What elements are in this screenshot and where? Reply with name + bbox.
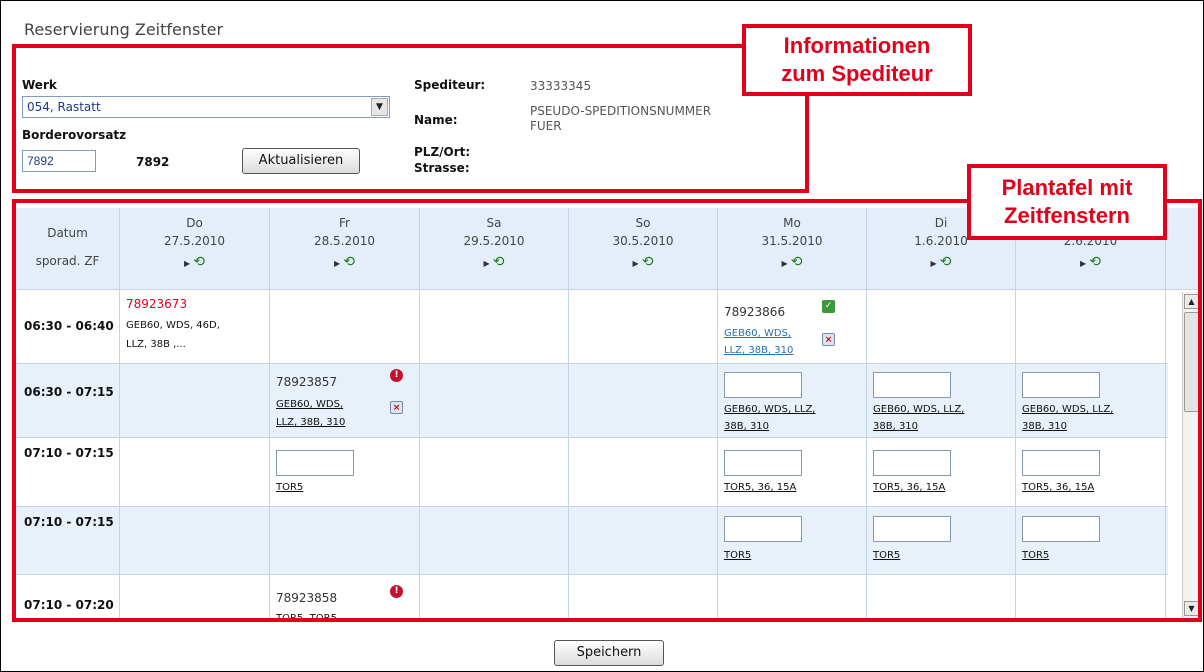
plan-annotation-box (12, 199, 1202, 622)
plan-callout: Plantafel mit Zeitfenstern (967, 164, 1167, 240)
spediteur-label: Spediteur: (414, 78, 486, 92)
plz-label: PLZ/Ort: (414, 145, 471, 159)
strasse-label: Strasse: (414, 161, 470, 175)
name-line1: PSEUDO-SPEDITIONSNUMMER (530, 104, 712, 118)
info-callout-line1: Informationen (783, 33, 931, 58)
name-label: Name: (414, 113, 458, 127)
spediteur-value: 33333345 (530, 79, 592, 93)
name-line2: FUER (530, 119, 562, 133)
page-title: Reservierung Zeitfenster (24, 20, 224, 39)
werk-select[interactable]: 054, Rastatt ▼ (22, 96, 390, 118)
info-callout-line2: zum Spediteur (781, 61, 933, 86)
bordero-input[interactable] (22, 150, 96, 172)
werk-select-value: 054, Rastatt (27, 100, 101, 114)
refresh-button[interactable]: Aktualisieren (242, 148, 360, 174)
bordero-display: 7892 (136, 155, 170, 169)
plan-callout-line2: Zeitfenstern (1004, 203, 1130, 228)
plan-callout-line1: Plantafel mit (1001, 175, 1133, 200)
info-annotation-box (12, 44, 809, 193)
chevron-down-icon[interactable]: ▼ (371, 98, 388, 116)
save-button[interactable]: Speichern (554, 640, 664, 666)
bordero-label: Borderovorsatz (22, 128, 127, 142)
info-callout: Informationen zum Spediteur (742, 24, 972, 96)
werk-label: Werk (22, 78, 57, 92)
